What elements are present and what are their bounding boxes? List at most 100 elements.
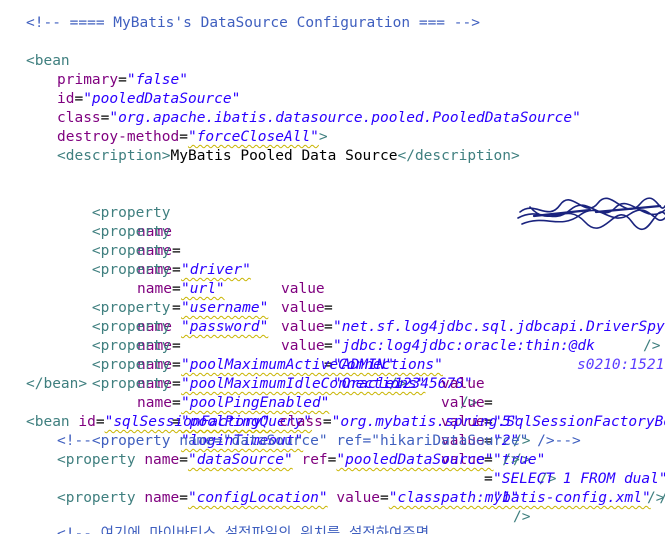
property-tag: <property xyxy=(57,452,136,468)
xml-code-editor[interactable]: <!-- ==== MyBatis's DataSource Configura… xyxy=(0,0,665,534)
code-line-8: <property name = "driver" value = "net.s… xyxy=(57,185,665,354)
code-line-20: <property name="dataSource" ref="pooledD… xyxy=(57,451,520,470)
xml-comment: <!--<property name="dataSource" ref="hik… xyxy=(57,433,581,449)
attr-name: value xyxy=(441,395,485,411)
code-line-21: <property name="configLocation" value="c… xyxy=(57,489,665,508)
tag-end: /> xyxy=(643,338,661,354)
code-line-6: destroy-method="forceCloseAll"> xyxy=(57,128,328,147)
attr-value: "pooledDataSource" xyxy=(83,91,241,107)
attr-equals: = xyxy=(172,243,181,259)
xml-comment: <!-- ==== MyBatis's DataSource Configura… xyxy=(26,15,480,31)
attr-value: "forceCloseAll" xyxy=(187,129,319,145)
tag-open: <bean xyxy=(26,53,70,69)
attr-equals: = xyxy=(172,281,181,297)
attr-equals: = xyxy=(172,262,181,278)
attr-value: "pooledDataSource" xyxy=(336,452,494,468)
attr-name: primary xyxy=(57,72,119,88)
code-line-4: id="pooledDataSource" xyxy=(57,90,240,109)
code-line-17: </bean> xyxy=(26,375,87,394)
code-line-18: <bean id="sqlSessionFactory" class="org.… xyxy=(26,413,665,432)
tag-end: /> xyxy=(651,490,665,506)
code-line-1: <!-- ==== MyBatis's DataSource Configura… xyxy=(26,14,480,33)
code-line-10: <property name = "username" value = "ADM… xyxy=(57,223,407,392)
attr-value: "org.apache.ibatis.datasource.pooled.Poo… xyxy=(109,110,581,126)
attr-value: "driver" xyxy=(181,262,251,278)
attr-name: value xyxy=(281,300,325,316)
attr-name: name xyxy=(144,452,180,468)
attr-equals: = xyxy=(179,129,188,145)
attr-name: value xyxy=(281,319,325,335)
attr-equals: = xyxy=(484,395,493,411)
attr-name: value xyxy=(336,490,381,506)
attr-equals: = xyxy=(172,357,181,373)
attr-value: "org.mybatis.spring.SqlSessionFactoryBea… xyxy=(331,414,665,430)
code-line-22: <!-- 여기에 마이바티스 설정파일의 위치를 설정하여주면 xyxy=(57,525,429,534)
code-line-2: <bean xyxy=(26,52,70,71)
attr-equals: = xyxy=(172,395,181,411)
attr-equals: = xyxy=(324,338,333,354)
property-tag: <property xyxy=(57,490,136,506)
attr-equals: = xyxy=(484,471,493,487)
tag-close: > xyxy=(318,129,328,145)
tag-end: /> xyxy=(513,509,531,525)
attr-value: "configLocation" xyxy=(187,490,328,506)
attr-equals: = xyxy=(324,300,333,316)
tag-end: /> xyxy=(493,452,520,468)
code-line-11: <property name = "password" value = "Ora… xyxy=(57,242,478,411)
attr-value: "poolMaximumActiveConnections" xyxy=(181,357,443,373)
description-close-tag: </description> xyxy=(397,148,520,164)
property-tag: <property xyxy=(91,376,171,392)
attr-value: "poolMaximumIdleConnections" xyxy=(181,376,426,392)
attr-equals: = xyxy=(179,490,188,506)
attr-value: "jdbc:log4jdbc:oracle:thin:@dk xyxy=(333,338,595,354)
attr-equals: = xyxy=(95,414,105,430)
attr-name: value xyxy=(441,376,485,392)
xml-comment-korean: <!-- 여기에 마이바티스 설정파일의 위치를 설정하여주면 xyxy=(57,526,430,534)
attr-name: class xyxy=(57,110,101,126)
attr-name: value xyxy=(281,281,325,297)
attr-name: destroy-method xyxy=(57,129,180,145)
code-line-19: <!--<property name="dataSource" ref="hik… xyxy=(57,432,581,451)
attr-name: ref xyxy=(301,452,328,468)
description-open-tag: <description> xyxy=(57,148,171,164)
attr-equals: = xyxy=(380,490,389,506)
code-line-15: <property name = "poolPingQuery" value =… xyxy=(57,337,665,506)
attr-equals: = xyxy=(172,376,181,392)
attr-value: "poolPingEnabled" xyxy=(181,395,330,411)
attr-value: "classpath:mybatis-config.xml" xyxy=(388,490,651,506)
property-tag: <property xyxy=(91,262,171,278)
attr-equals: = xyxy=(172,300,181,316)
description-text: MyBatis Pooled Data Source xyxy=(170,148,398,164)
bean-close-tag: </bean> xyxy=(26,376,88,392)
attr-name: name xyxy=(144,490,180,506)
attr-value: "sqlSessionFactory" xyxy=(104,414,271,430)
attr-value: "password" xyxy=(181,319,269,335)
bean-tag: <bean xyxy=(26,414,70,430)
attr-value: "false" xyxy=(126,72,188,88)
code-line-13: <property name = "poolMaximumIdleConnect… xyxy=(57,299,531,468)
code-line-12: <property name = "poolMaximumActiveConne… xyxy=(57,280,531,449)
attr-value: "SELECT 1 FROM dual" xyxy=(493,471,665,487)
attr-equals: = xyxy=(172,338,181,354)
attr-name: id xyxy=(57,91,75,107)
code-line-9: <property name = "url" value = "jdbc:log… xyxy=(57,204,665,373)
attr-equals: = xyxy=(118,72,127,88)
code-line-14: <property name = "poolPingEnabled" value… xyxy=(57,318,557,487)
attr-value: "username" xyxy=(181,300,269,316)
attr-equals: = xyxy=(324,319,333,335)
redacted-url-fragment: s0210:1521:xe"/> xyxy=(577,357,665,373)
code-line-16: <property name = "loginTimeout" value = … xyxy=(57,356,531,525)
attr-name: name xyxy=(137,395,172,411)
attr-name: id xyxy=(78,414,96,430)
code-line-7: <description>MyBatis Pooled Data Source<… xyxy=(57,147,520,166)
code-line-5: class="org.apache.ibatis.datasource.pool… xyxy=(57,109,581,128)
code-line-3: primary="false" xyxy=(57,71,188,90)
attr-name: value xyxy=(281,338,325,354)
attr-equals: = xyxy=(322,414,332,430)
attr-value: "url" xyxy=(181,281,225,297)
attr-equals: = xyxy=(74,91,84,107)
attr-value: "net.sf.log4jdbc.sql.jdbcapi.DriverSpy" xyxy=(333,319,665,335)
attr-equals: = xyxy=(179,452,188,468)
attr-name: class xyxy=(279,414,323,430)
attr-value: "dataSource" xyxy=(187,452,293,468)
